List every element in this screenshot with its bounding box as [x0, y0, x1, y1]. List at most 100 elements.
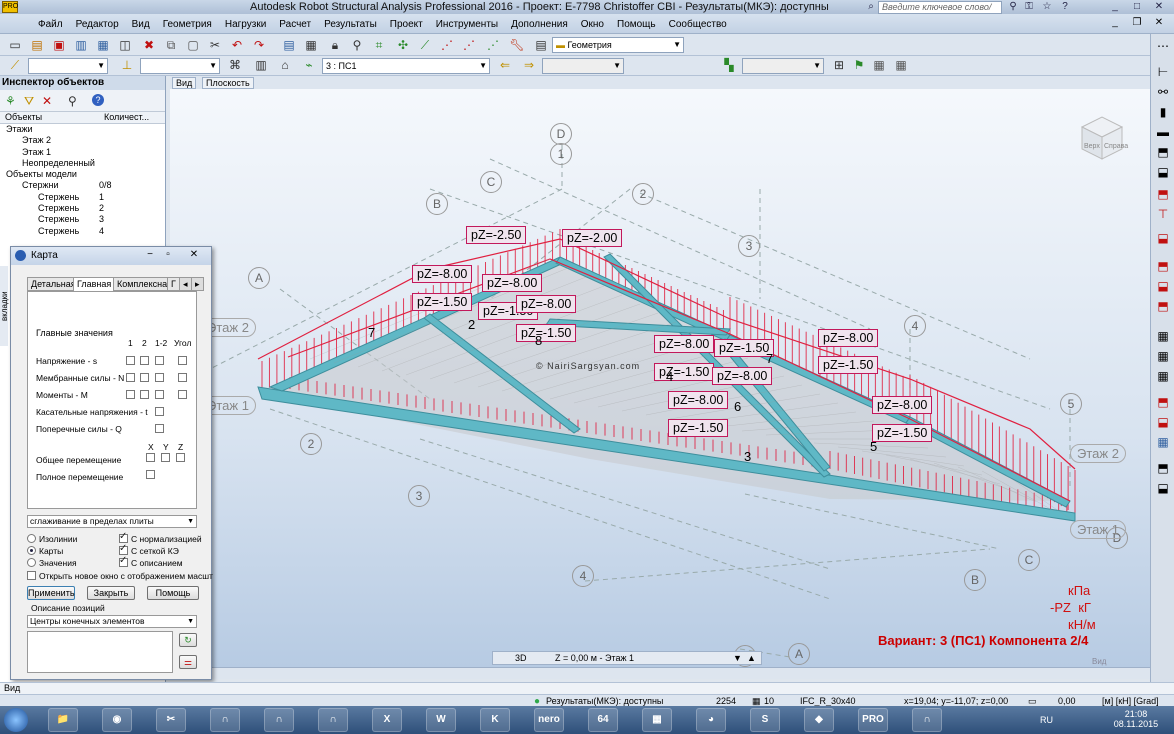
level-down-icon[interactable]: ▼	[733, 653, 742, 663]
layout-icon[interactable]: ▤	[532, 37, 550, 53]
zoom-icon[interactable]: ⚲	[348, 37, 366, 53]
selection-filter-icon[interactable]: ⌘	[226, 57, 244, 73]
tree-row[interactable]: Стержни 0/8	[0, 180, 165, 191]
scale-icon[interactable]: ⚌	[179, 655, 197, 669]
report-tool-icon[interactable]: ▦	[1155, 434, 1171, 450]
moments-2-checkbox[interactable]	[140, 390, 149, 399]
bar-selector-icon[interactable]: ⊥	[118, 57, 136, 73]
doc-close-icon[interactable]: ✕	[1152, 17, 1166, 30]
taskbar-app[interactable]: ◆	[804, 708, 834, 732]
stress-2-checkbox[interactable]	[140, 356, 149, 365]
tab-scroll-right[interactable]: ▸	[191, 277, 204, 291]
taskbar-app[interactable]: S	[750, 708, 780, 732]
smoothing-combo[interactable]: сглаживание в пределах плиты ▼	[27, 515, 197, 528]
load-label[interactable]: pZ=-8.00	[712, 367, 773, 385]
taskbar-app[interactable]: ▦	[642, 708, 672, 732]
load-case-tool-icon[interactable]: ⬒	[1155, 258, 1171, 274]
section-tool-icon[interactable]: ⊤	[1155, 206, 1171, 222]
load-label[interactable]: pZ=-8.00	[872, 396, 933, 414]
load-label[interactable]: pZ=-8.00	[482, 274, 543, 292]
taskbar-app[interactable]: nero	[534, 708, 564, 732]
start-button[interactable]	[4, 708, 28, 732]
menu-item[interactable]: Нагрузки	[225, 19, 266, 30]
copy-icon[interactable]: ⧉	[162, 37, 180, 53]
menu-item[interactable]: Окно	[581, 19, 604, 30]
menu-item[interactable]: Результаты	[324, 19, 377, 30]
section-icon[interactable]: ⋰	[438, 37, 456, 53]
release-icon[interactable]: ⋰	[484, 37, 502, 53]
taskbar-app[interactable]: ∩	[318, 708, 348, 732]
load-label[interactable]: pZ=-1.50	[668, 419, 729, 437]
stress-angle-checkbox[interactable]	[178, 356, 187, 365]
render-tool-icon[interactable]: ⬓	[1155, 480, 1171, 496]
fe-mesh-checkbox[interactable]	[119, 543, 128, 555]
menu-item[interactable]: Расчет	[279, 19, 311, 30]
load-label[interactable]: pZ=-8.00	[412, 265, 473, 283]
search-input[interactable]: Введите ключевое слово/фразу	[878, 1, 1002, 23]
tree-row[interactable]: Этажи	[0, 124, 165, 135]
help-button[interactable]: Помощь	[147, 586, 199, 600]
menu-item[interactable]: Геометрия	[163, 19, 212, 30]
moments-12-checkbox[interactable]	[155, 390, 164, 399]
view-cube[interactable]: Верх Справа	[1076, 113, 1128, 161]
grid-icon[interactable]: ⌗	[370, 37, 388, 53]
load-label[interactable]: pZ=-1.50	[818, 356, 879, 374]
tree-row[interactable]: Этаж 1	[0, 147, 165, 158]
moments-1-checkbox[interactable]	[126, 390, 135, 399]
hidden-icon[interactable]: ▦	[870, 57, 888, 73]
load-label[interactable]: pZ=-8.00	[654, 335, 715, 353]
help-icon[interactable]: ?	[92, 94, 104, 106]
shear-forces-checkbox[interactable]	[155, 424, 164, 433]
search-icon[interactable]: ⌕	[864, 0, 878, 14]
save-icon[interactable]: ▣	[50, 37, 68, 53]
full-displacement-checkbox[interactable]	[146, 470, 155, 479]
load-tool-icon[interactable]: ⬒	[1155, 186, 1171, 202]
taskbar-app[interactable]: K	[480, 708, 510, 732]
node-tool-icon[interactable]: ⊢	[1155, 64, 1171, 80]
tab-view[interactable]: Вид	[172, 77, 197, 89]
shear-stress-checkbox[interactable]	[155, 407, 164, 416]
tray-lang[interactable]: RU	[1040, 715, 1053, 725]
load-label[interactable]: pZ=-8.00	[516, 295, 577, 313]
taskbar-app[interactable]: W	[426, 708, 456, 732]
tree-row[interactable]: Неопределенный	[0, 158, 165, 169]
undo-icon[interactable]: ↶	[228, 37, 246, 53]
moments-angle-checkbox[interactable]	[178, 390, 187, 399]
star-icon[interactable]: ☆	[1040, 0, 1054, 14]
menu-item[interactable]: Помощь	[617, 19, 656, 30]
inspector-side-tab[interactable]: вкладки	[0, 266, 9, 346]
bar-icon[interactable]: ⟋	[416, 37, 434, 53]
taskbar-app[interactable]: ∩	[912, 708, 942, 732]
design-tool-icon[interactable]: ⬒	[1155, 394, 1171, 410]
taskbar-app[interactable]: PRO	[858, 708, 888, 732]
layout-combo[interactable]: ▬ Геометрия ▼	[552, 37, 684, 53]
apply-button[interactable]: Применить	[27, 586, 75, 600]
doc-minimize-icon[interactable]: _	[1108, 17, 1122, 30]
close-icon[interactable]: ✕	[1152, 0, 1166, 14]
snap-icon[interactable]: ▚	[720, 57, 738, 73]
tree-icon[interactable]: ⚘	[5, 94, 16, 108]
node-selector-icon[interactable]: ⟋	[6, 57, 24, 73]
binoculars-icon[interactable]: ⚲	[1006, 0, 1020, 14]
load-label[interactable]: pZ=-1.50	[872, 424, 933, 442]
stress-1-checkbox[interactable]	[126, 356, 135, 365]
positions-combo[interactable]: Центры конечных элементов ▼	[27, 615, 197, 628]
tables-icon[interactable]: ▤	[280, 37, 298, 53]
load-label[interactable]: pZ=-2.50	[466, 226, 527, 244]
view-mode[interactable]: 3D	[515, 653, 527, 663]
filter-icon[interactable]: ▦	[892, 57, 910, 73]
case-icon[interactable]: ⌁	[300, 57, 318, 73]
cut-icon[interactable]: ✂	[206, 37, 224, 53]
maps-radio[interactable]	[27, 546, 36, 555]
tree-row[interactable]: Стержень 4	[0, 226, 165, 237]
diagrams-tool-icon[interactable]: ▦	[1155, 328, 1171, 344]
taskbar-app[interactable]: ∩	[210, 708, 240, 732]
taskbar-app[interactable]: ◉	[102, 708, 132, 732]
panel-tool-icon[interactable]: ⬒	[1155, 144, 1171, 160]
taskbar-app[interactable]: 64	[588, 708, 618, 732]
open-icon[interactable]: ▤	[28, 37, 46, 53]
tree-row[interactable]: Стержень 2	[0, 203, 165, 214]
support-tool-icon[interactable]: ⬓	[1155, 164, 1171, 180]
tab-main[interactable]: Главная	[73, 277, 116, 292]
membrane-12-checkbox[interactable]	[155, 373, 164, 382]
